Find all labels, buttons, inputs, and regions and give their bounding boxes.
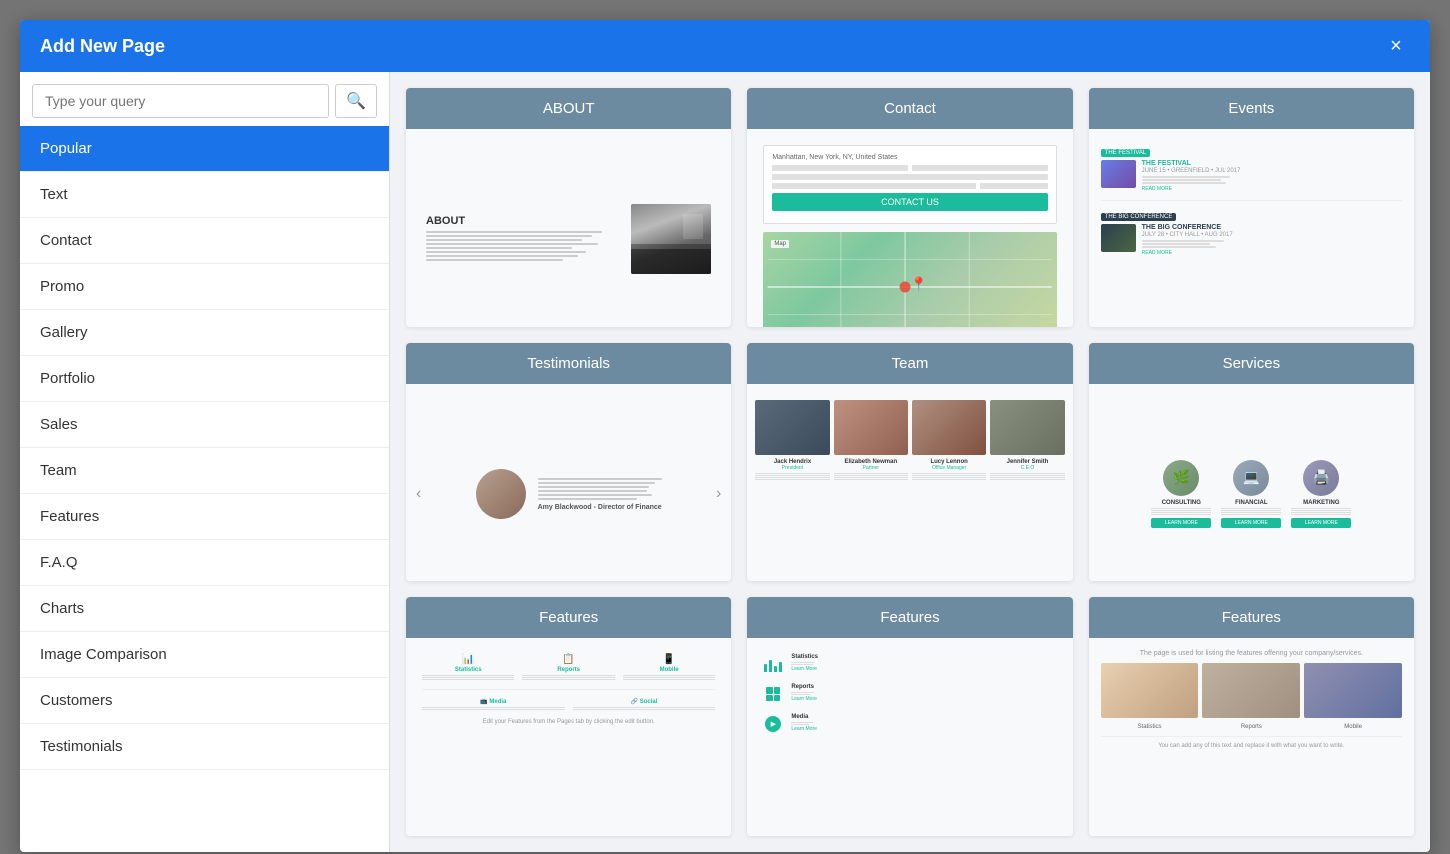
modal-title: Add New Page: [40, 36, 165, 57]
card-header-testimonials: Testimonials: [406, 343, 731, 384]
page-card-features-2[interactable]: Features: [747, 597, 1072, 836]
service-marketing: 🖨️ MARKETING LEARN MORE: [1291, 460, 1351, 528]
search-input[interactable]: [32, 84, 329, 118]
sidebar-item-promo[interactable]: Promo: [20, 264, 389, 310]
card-preview-team: Jack Hendrix President Elizabeth Newman …: [747, 384, 1072, 582]
card-preview-features-3: The page is used for listing the feature…: [1089, 638, 1414, 836]
sidebar-item-customers[interactable]: Customers: [20, 678, 389, 724]
sidebar-item-image-comparison[interactable]: Image Comparison: [20, 632, 389, 678]
search-bar: 🔍: [20, 72, 389, 126]
sidebar-item-sales[interactable]: Sales: [20, 402, 389, 448]
modal-body: 🔍 Popular Text Contact Promo: [20, 72, 1430, 852]
card-preview-about: ABOUT: [406, 129, 731, 327]
search-icon: 🔍: [346, 93, 366, 110]
card-preview-features-1: 📊 Statistics 📋 Reports: [406, 638, 731, 836]
testimonial-prev-arrow[interactable]: ‹: [416, 485, 421, 503]
sidebar-item-team[interactable]: Team: [20, 448, 389, 494]
team-member-2: Elizabeth Newman Partner: [834, 400, 908, 481]
card-preview-testimonials: ‹: [406, 384, 731, 582]
testimonial-next-arrow[interactable]: ›: [716, 485, 721, 503]
sidebar-item-text[interactable]: Text: [20, 172, 389, 218]
team-member-4: Jennifer Smith C.E.O: [990, 400, 1064, 481]
add-new-page-modal: Add New Page × 🔍 Popular Text: [20, 20, 1430, 852]
card-header-events: Events: [1089, 88, 1414, 129]
page-card-services[interactable]: Services 🌿 CONSULTING: [1089, 343, 1414, 582]
page-card-events[interactable]: Events THE FESTIVAL THE FESTIVAL JUNE 15…: [1089, 88, 1414, 327]
search-button[interactable]: 🔍: [335, 84, 377, 118]
page-templates-grid: ABOUT ABOUT: [390, 72, 1430, 852]
card-header-services: Services: [1089, 343, 1414, 384]
card-header-features-3: Features: [1089, 597, 1414, 638]
card-preview-features-2: Statistics Learn More: [747, 638, 1072, 836]
page-card-contact[interactable]: Contact Manhattan, New York, NY, United …: [747, 88, 1072, 327]
card-header-about: ABOUT: [406, 88, 731, 129]
modal-close-button[interactable]: ×: [1382, 32, 1410, 60]
sidebar: 🔍 Popular Text Contact Promo: [20, 72, 390, 852]
service-consulting: 🌿 CONSULTING LEARN MORE: [1151, 460, 1211, 528]
sidebar-item-gallery[interactable]: Gallery: [20, 310, 389, 356]
sidebar-item-portfolio[interactable]: Portfolio: [20, 356, 389, 402]
card-header-contact: Contact: [747, 88, 1072, 129]
team-member-3: Lucy Lennon Office Manager: [912, 400, 986, 481]
sidebar-item-charts[interactable]: Charts: [20, 586, 389, 632]
page-card-team[interactable]: Team Jack Hendrix President Eliz: [747, 343, 1072, 582]
card-header-team: Team: [747, 343, 1072, 384]
page-card-about[interactable]: ABOUT ABOUT: [406, 88, 731, 327]
page-card-testimonials[interactable]: Testimonials ‹: [406, 343, 731, 582]
sidebar-list: Popular Text Contact Promo Gallery: [20, 126, 389, 852]
sidebar-item-contact[interactable]: Contact: [20, 218, 389, 264]
page-card-features-3[interactable]: Features The page is used for listing th…: [1089, 597, 1414, 836]
sidebar-item-features[interactable]: Features: [20, 494, 389, 540]
service-financial: 💻 FINANCIAL LEARN MORE: [1221, 460, 1281, 528]
card-preview-contact: Manhattan, New York, NY, United States C…: [747, 129, 1072, 327]
modal-overlay: Add New Page × 🔍 Popular Text: [0, 0, 1450, 854]
sidebar-item-testimonials[interactable]: Testimonials: [20, 724, 389, 770]
card-header-features-2: Features: [747, 597, 1072, 638]
card-preview-services: 🌿 CONSULTING LEARN MORE: [1089, 384, 1414, 582]
card-preview-events: THE FESTIVAL THE FESTIVAL JUNE 15 • GREE…: [1089, 129, 1414, 327]
sidebar-item-faq[interactable]: F.A.Q: [20, 540, 389, 586]
sidebar-item-popular[interactable]: Popular: [20, 126, 389, 172]
card-header-features-1: Features: [406, 597, 731, 638]
page-card-features-1[interactable]: Features 📊 Statistics 📋: [406, 597, 731, 836]
modal-header: Add New Page ×: [20, 20, 1430, 72]
team-member-1: Jack Hendrix President: [755, 400, 829, 481]
